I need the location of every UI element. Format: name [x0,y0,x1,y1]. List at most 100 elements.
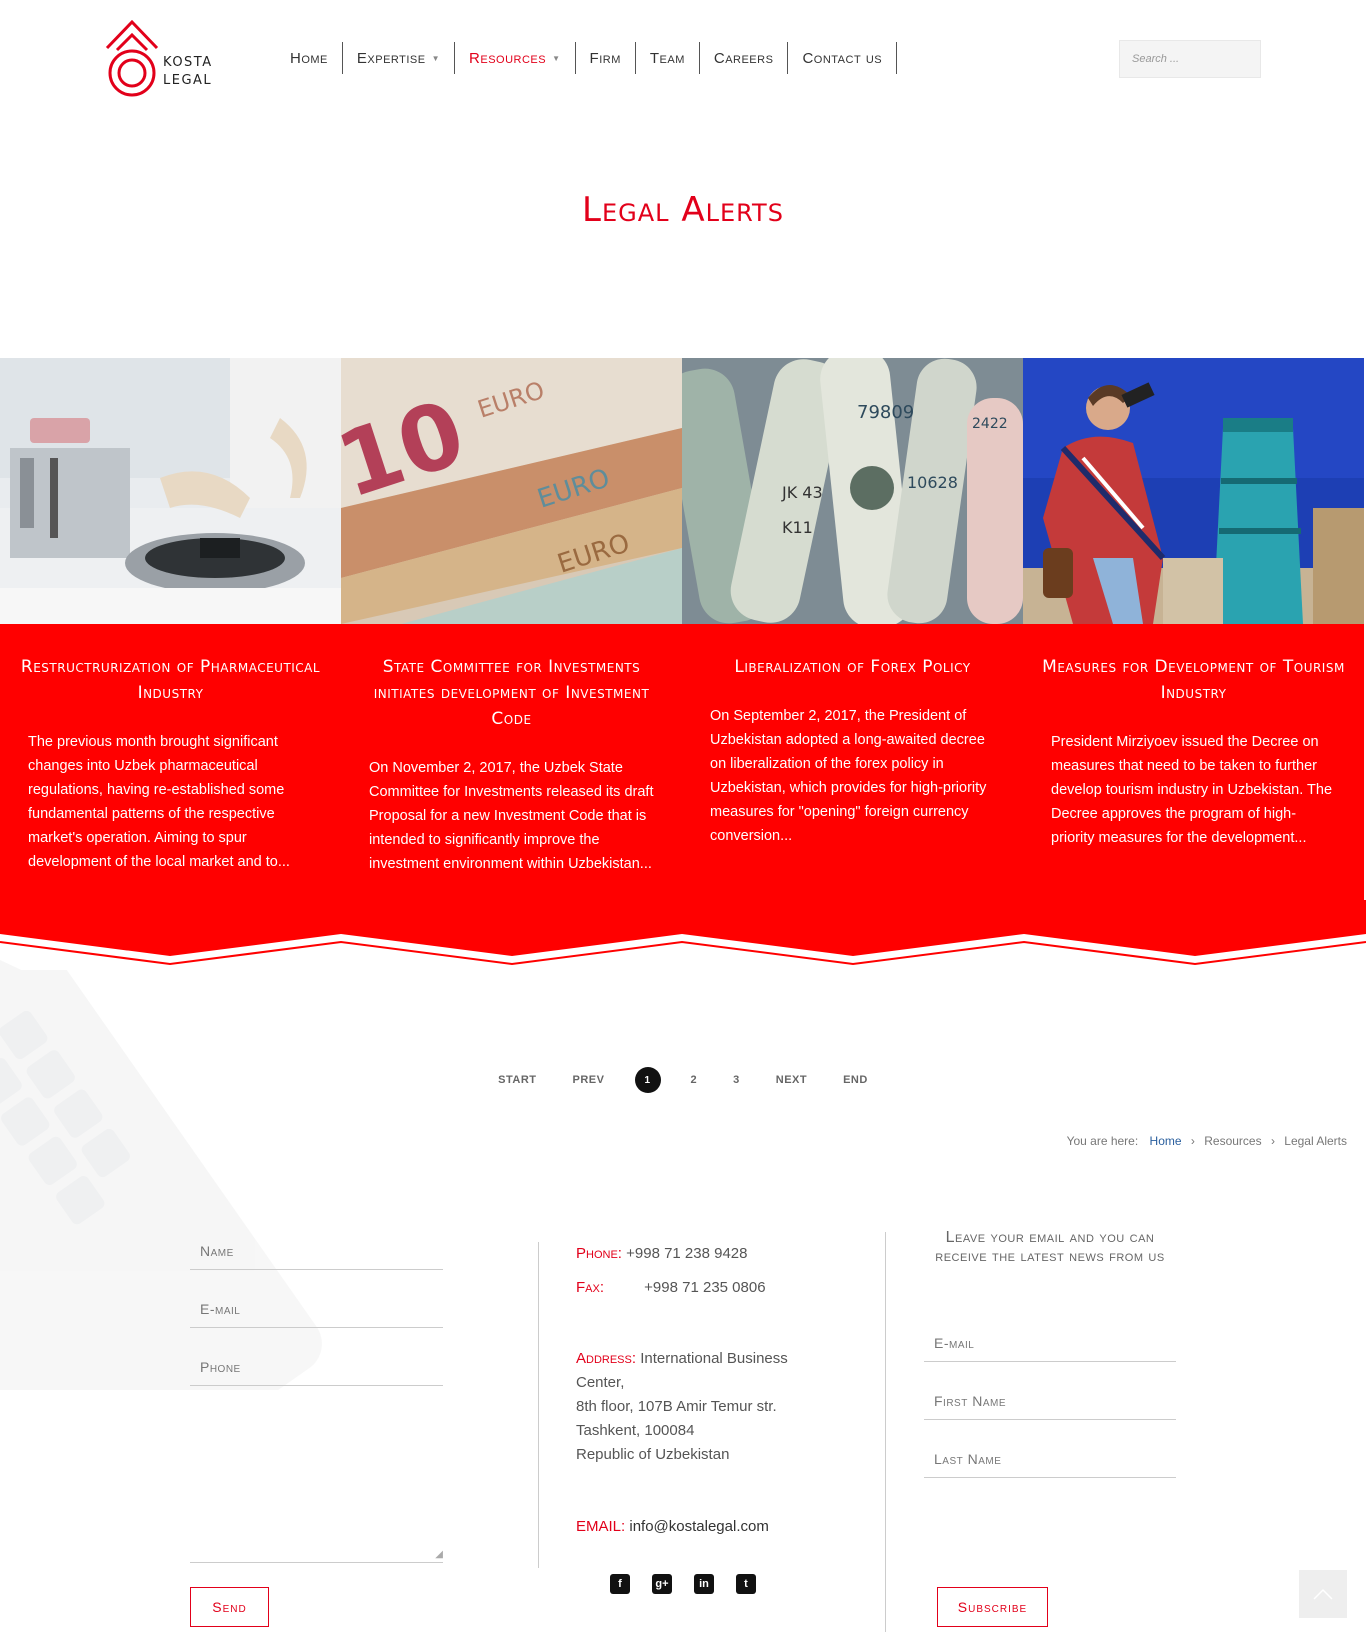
svg-text:10628: 10628 [907,473,958,492]
breadcrumb-home[interactable]: Home [1150,1134,1182,1148]
last-name-placeholder: Last Name [934,1451,1002,1467]
alert-card[interactable]: 79809 10628 JK 43 K11 2422 Liberalizatio… [682,358,1023,968]
alert-image-lab[interactable] [0,358,341,624]
svg-text:JK 43: JK 43 [781,483,823,502]
first-name-placeholder: First Name [934,1393,1006,1409]
search-input[interactable] [1119,40,1261,78]
twitter-icon[interactable]: t [736,1574,756,1594]
subscribe-button-label: Subscribe [957,1599,1028,1615]
last-name-field[interactable]: Last Name [924,1451,1176,1478]
subscribe-button[interactable]: Subscribe [937,1587,1048,1627]
breadcrumb-separator-icon: › [1190,1134,1195,1148]
breadcrumb: You are here: Home › Resources › Legal A… [1067,1134,1347,1148]
alert-image-tourism[interactable] [1023,358,1364,624]
alert-card[interactable]: Measures for Development of Tourism Indu… [1023,358,1364,968]
phone-field-placeholder: Phone [200,1359,241,1375]
email-field[interactable]: E-mail [190,1301,443,1328]
google-plus-icon[interactable]: g+ [652,1574,672,1594]
nav-contact[interactable]: Contact us [788,42,898,74]
linkedin-glyph: in [699,1578,709,1590]
alert-excerpt: President Mirziyoev issued the Decree on… [1051,734,1333,846]
alert-excerpt: The previous month brought significant c… [28,734,290,870]
nav-team-label: Team [649,49,685,67]
phone-value[interactable]: +998 71 238 9428 [626,1245,747,1262]
email-value[interactable]: info@kostalegal.com [629,1518,768,1535]
logo[interactable]: KOSTA LEGAL [105,18,225,98]
logo-line-1: KOSTA [163,55,213,70]
pagination-page-2[interactable]: 2 [673,1074,716,1086]
svg-text:79809: 79809 [857,402,914,423]
nav-team[interactable]: Team [636,42,700,74]
chevron-up-icon [1313,1588,1333,1600]
pagination-start[interactable]: START [480,1074,554,1086]
newsletter-email-field[interactable]: E-mail [924,1335,1176,1362]
nav-firm-label: Firm [589,49,621,67]
svg-text:2422: 2422 [972,416,1008,432]
nav-contact-label: Contact us [802,49,883,67]
twitter-glyph: t [744,1578,748,1590]
alert-title[interactable]: Restructrurization of Pharmaceutical Ind… [0,654,341,706]
pagination-end[interactable]: END [825,1074,886,1086]
nav-careers-label: Careers [713,49,774,67]
alert-image-dollars[interactable]: 79809 10628 JK 43 K11 2422 [682,358,1023,624]
alert-card-body: Restructrurization of Pharmaceutical Ind… [0,624,341,934]
first-name-field[interactable]: First Name [924,1393,1176,1420]
alert-title[interactable]: Liberalization of Forex Policy [682,654,1023,680]
nav-expertise[interactable]: Expertise ▼ [343,42,456,74]
phone-field[interactable]: Phone [190,1359,443,1386]
alert-title[interactable]: Measures for Development of Tourism Indu… [1023,654,1364,706]
nav-firm[interactable]: Firm [576,42,636,74]
facebook-glyph: f [618,1578,622,1590]
pagination: START PREV 1 2 3 NEXT END [0,1067,1366,1093]
card-chevron-decoration [0,900,1366,970]
address-line-2: 8th floor, 107B Amir Temur str. [576,1398,777,1415]
address-line-4: Republic of Uzbekistan [576,1446,730,1463]
newsletter-email-placeholder: E-mail [934,1335,975,1351]
newsletter-title: Leave your email and you can receive the… [935,1229,1165,1265]
alert-title[interactable]: State Committee for Investments initiate… [341,654,682,732]
resize-handle-icon[interactable]: ◢ [435,1549,443,1560]
send-button-label: Send [212,1599,247,1615]
social-links: f g+ in t [610,1574,756,1594]
alert-card-body: Liberalization of Forex Policy On Septem… [682,624,1023,934]
pagination-next[interactable]: NEXT [758,1074,825,1086]
nav-expertise-label: Expertise [356,49,426,67]
alert-image-euro[interactable]: 10 EURO EURO EURO [341,358,682,624]
page-title: Legal Alerts [582,190,784,230]
logo-text: KOSTA LEGAL [163,54,213,90]
address-label: Address: [576,1350,637,1367]
google-plus-glyph: g+ [655,1578,669,1590]
nav-careers[interactable]: Careers [700,42,789,74]
nav-resources[interactable]: Resources ▼ [455,42,576,74]
alert-card-body: Measures for Development of Tourism Indu… [1023,624,1364,934]
name-field[interactable]: Name [190,1243,443,1270]
facebook-icon[interactable]: f [610,1574,630,1594]
logo-line-2: LEGAL [163,73,213,88]
site-header: KOSTA LEGAL Home Expertise ▼ Resources ▼ F… [0,0,1366,120]
email-label: EMAIL: [576,1518,626,1535]
breadcrumb-prefix: You are here: [1066,1134,1139,1148]
fax-label: Fax: [576,1279,605,1296]
alert-card[interactable]: 10 EURO EURO EURO State Committee for In… [341,358,682,968]
breadcrumb-current: Legal Alerts [1284,1134,1347,1148]
contact-phone: Phone: +998 71 238 9428 [576,1242,748,1266]
nav-home[interactable]: Home [276,42,343,74]
linkedin-icon[interactable]: in [694,1574,714,1594]
pagination-page-1[interactable]: 1 [634,1067,661,1093]
fax-value: +998 71 235 0806 [644,1279,766,1296]
pagination-prev[interactable]: PREV [555,1074,623,1086]
pagination-page-3[interactable]: 3 [715,1074,758,1086]
alert-excerpt: On November 2, 2017, the Uzbek State Com… [369,760,654,872]
alert-card[interactable]: Restructrurization of Pharmaceutical Ind… [0,358,341,968]
chevron-down-icon: ▼ [431,53,441,63]
scroll-to-top-button[interactable] [1299,1570,1347,1618]
message-textarea[interactable]: ◢ [190,1395,443,1563]
footer-divider [885,1232,886,1632]
breadcrumb-resources[interactable]: Resources [1204,1134,1261,1148]
nav-resources-label: Resources [469,49,547,67]
email-field-placeholder: E-mail [200,1301,241,1317]
contact-email: EMAIL: info@kostalegal.com [576,1515,769,1539]
chevron-down-icon: ▼ [552,53,561,63]
send-button[interactable]: Send [190,1587,269,1627]
contact-address: Address: International Business Center, … [576,1347,836,1467]
